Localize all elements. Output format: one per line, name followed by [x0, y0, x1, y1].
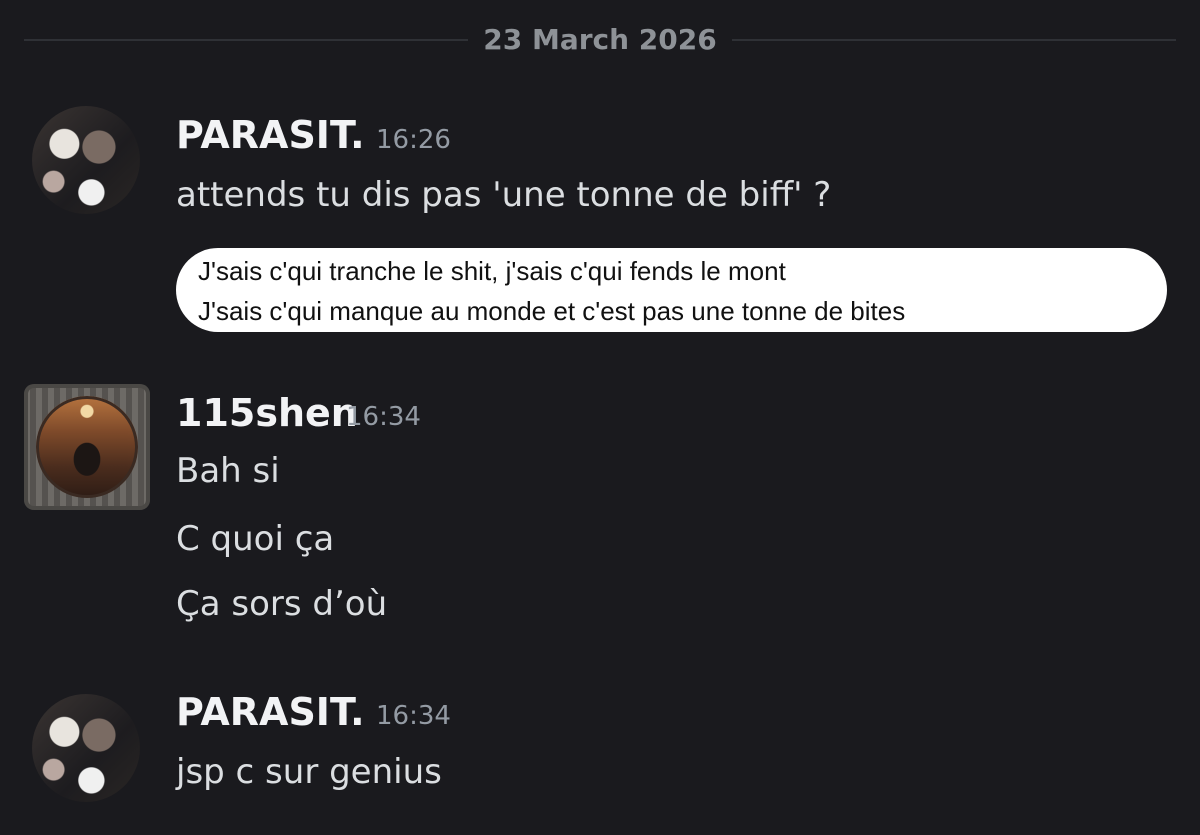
avatar[interactable] [24, 384, 150, 510]
attachment-text-line: J'sais c'qui tranche le shit, j'sais c'q… [198, 256, 786, 286]
avatar[interactable] [32, 106, 140, 214]
message-text: Ça sors d’où [176, 584, 388, 624]
message-text: attends tu dis pas 'une tonne de biff' ? [176, 175, 832, 215]
username[interactable]: PARASIT. [176, 688, 365, 736]
image-attachment[interactable]: J'sais c'qui tranche le shit, j'sais c'q… [176, 248, 1167, 332]
date-divider: 23 March 2026 [24, 22, 1176, 58]
timestamp: 16:26 [376, 125, 451, 155]
avatar-image [36, 396, 138, 498]
message-text: Bah si [176, 451, 280, 491]
message-text: C quoi ça [176, 519, 335, 559]
attachment-text-line: J'sais c'qui manque au monde et c'est pa… [198, 296, 906, 326]
username[interactable]: PARASIT. [176, 111, 365, 159]
username[interactable]: 115shen [176, 389, 358, 437]
avatar[interactable] [32, 694, 140, 802]
timestamp: 16:34 [346, 402, 421, 432]
date-divider-label: 23 March 2026 [483, 23, 717, 56]
divider-line-right [732, 39, 1176, 41]
divider-line-left [24, 39, 468, 41]
message-text: jsp c sur genius [176, 752, 442, 792]
timestamp: 16:34 [376, 701, 451, 731]
